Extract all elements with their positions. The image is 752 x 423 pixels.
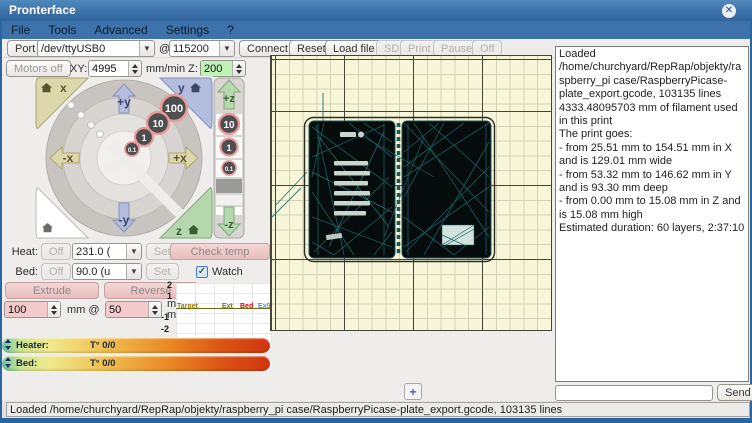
gauge-stepper-icon[interactable] bbox=[5, 339, 11, 350]
chevron-down-icon[interactable]: ▼ bbox=[126, 244, 141, 259]
heat-label: Heat: bbox=[8, 246, 38, 258]
svg-text:-x: -x bbox=[63, 151, 74, 165]
command-input[interactable] bbox=[555, 385, 713, 401]
svg-text:+z: +z bbox=[223, 93, 235, 105]
graph-ytick: 1 bbox=[158, 291, 172, 301]
bed-label: Bed: bbox=[8, 266, 38, 278]
graph-ytick: -1 bbox=[155, 312, 169, 322]
mm-at-label: mm @ bbox=[67, 304, 100, 316]
svg-text:+y: +y bbox=[117, 95, 131, 109]
gcode-viewer[interactable] bbox=[270, 55, 552, 331]
extrude-length-stepper[interactable]: 100 bbox=[4, 301, 61, 318]
stepper-arrows-icon[interactable] bbox=[47, 302, 60, 317]
graph-legend-ex0: Ex0 bbox=[258, 303, 270, 310]
svg-text:0.1: 0.1 bbox=[128, 148, 137, 154]
check-icon[interactable]: ✓ bbox=[196, 266, 208, 278]
zoom-in-button[interactable]: + bbox=[404, 383, 422, 400]
svg-text:y: y bbox=[178, 81, 185, 95]
z-speed-stepper[interactable]: 200 bbox=[200, 60, 246, 77]
chevron-down-icon[interactable]: ▼ bbox=[139, 41, 154, 56]
xy-speed-label: XY: bbox=[70, 63, 87, 75]
baud-select[interactable]: 115200 ▼ bbox=[169, 40, 235, 57]
menu-bar: File Tools Advanced Settings ? bbox=[2, 21, 750, 39]
heat-off-button: Off bbox=[41, 243, 71, 260]
svg-text:+x: +x bbox=[173, 151, 187, 165]
svg-text:z: z bbox=[176, 224, 182, 238]
svg-text:x: x bbox=[60, 81, 67, 95]
extrude-speed-stepper[interactable]: 50 bbox=[105, 301, 162, 318]
svg-text:10: 10 bbox=[223, 120, 235, 131]
menu-item-settings[interactable]: Settings bbox=[157, 21, 218, 39]
svg-text:-z: -z bbox=[224, 219, 234, 231]
z-distance-1[interactable]: 1 bbox=[221, 139, 238, 156]
z-speed-label: mm/min Z: bbox=[146, 63, 198, 75]
log-output[interactable]: Loaded /home/churchyard/RepRap/objekty/r… bbox=[555, 46, 749, 382]
jog-distance-1[interactable]: 1 bbox=[135, 128, 153, 146]
stepper-arrows-icon[interactable] bbox=[128, 61, 141, 76]
bed-gauge[interactable]: Bed: T° 0/0 bbox=[2, 356, 270, 371]
menu-item-file[interactable]: File bbox=[2, 21, 39, 39]
svg-text:100: 100 bbox=[165, 103, 183, 115]
motors-off-button[interactable]: Motors off bbox=[6, 60, 71, 77]
jog-distance-0-1[interactable]: 0.1 bbox=[125, 142, 139, 156]
gcode-print-preview bbox=[271, 56, 551, 330]
menu-item-tools[interactable]: Tools bbox=[39, 21, 85, 39]
heat-temp-select[interactable]: 231.0 ( ▼ bbox=[72, 243, 142, 260]
status-text: Loaded /home/churchyard/RepRap/objekty/r… bbox=[6, 402, 750, 417]
watch-label: Watch bbox=[212, 266, 243, 278]
svg-text:0.1: 0.1 bbox=[225, 167, 234, 173]
heater-gauge[interactable]: Heater: T° 0/0 bbox=[2, 338, 270, 353]
bed-set-button: Set bbox=[146, 263, 179, 280]
z-distance-0-1[interactable]: 0.1 bbox=[222, 161, 236, 175]
status-bar: Loaded /home/churchyard/RepRap/objekty/r… bbox=[2, 401, 750, 418]
menu-item-advanced[interactable]: Advanced bbox=[85, 21, 156, 39]
send-button[interactable]: Send bbox=[717, 384, 752, 401]
stepper-arrows-icon[interactable] bbox=[232, 61, 245, 76]
graph-ytick: 2 bbox=[158, 280, 172, 290]
graph-legend-bed: Bed bbox=[240, 303, 253, 310]
bed-temp-select[interactable]: 90.0 (u ▼ bbox=[72, 263, 142, 280]
close-icon[interactable]: ✕ bbox=[722, 4, 736, 18]
z-distance-10[interactable]: 10 bbox=[219, 114, 239, 134]
jog-pad[interactable]: +y -y -x +x x y z bbox=[28, 76, 246, 240]
check-temp-button[interactable]: Check temp bbox=[170, 243, 270, 260]
z-jog-column: +z 10 1 0.1 -z bbox=[214, 78, 244, 238]
chevron-down-icon[interactable]: ▼ bbox=[219, 41, 234, 56]
menu-item-help[interactable]: ? bbox=[218, 21, 243, 39]
svg-text:10: 10 bbox=[152, 119, 164, 130]
chevron-down-icon[interactable]: ▼ bbox=[126, 264, 141, 279]
svg-text:1: 1 bbox=[141, 133, 146, 143]
pronterface-window: Pronterface ✕ File Tools Advanced Settin… bbox=[0, 0, 752, 423]
window-title: Pronterface bbox=[9, 3, 76, 17]
svg-text:-y: -y bbox=[119, 213, 130, 227]
port-select[interactable]: /dev/ttyUSB0 ▼ bbox=[37, 40, 155, 57]
svg-text:1: 1 bbox=[226, 143, 231, 153]
graph-legend-target: Target bbox=[177, 303, 198, 310]
watch-checkbox[interactable]: ✓ Watch bbox=[196, 266, 243, 278]
graph-legend-ext: Ext bbox=[222, 303, 233, 310]
title-bar[interactable]: Pronterface ✕ bbox=[0, 0, 752, 21]
bed-off-button: Off bbox=[41, 263, 71, 280]
xy-speed-stepper[interactable]: 4995 bbox=[88, 60, 142, 77]
plus-icon: + bbox=[409, 386, 416, 398]
extrude-button[interactable]: Extrude bbox=[5, 282, 99, 299]
temperature-graph: Target Ext Bed Ex0 bbox=[176, 283, 272, 344]
graph-ytick: -2 bbox=[155, 324, 169, 334]
gauge-stepper-icon[interactable] bbox=[5, 357, 11, 368]
